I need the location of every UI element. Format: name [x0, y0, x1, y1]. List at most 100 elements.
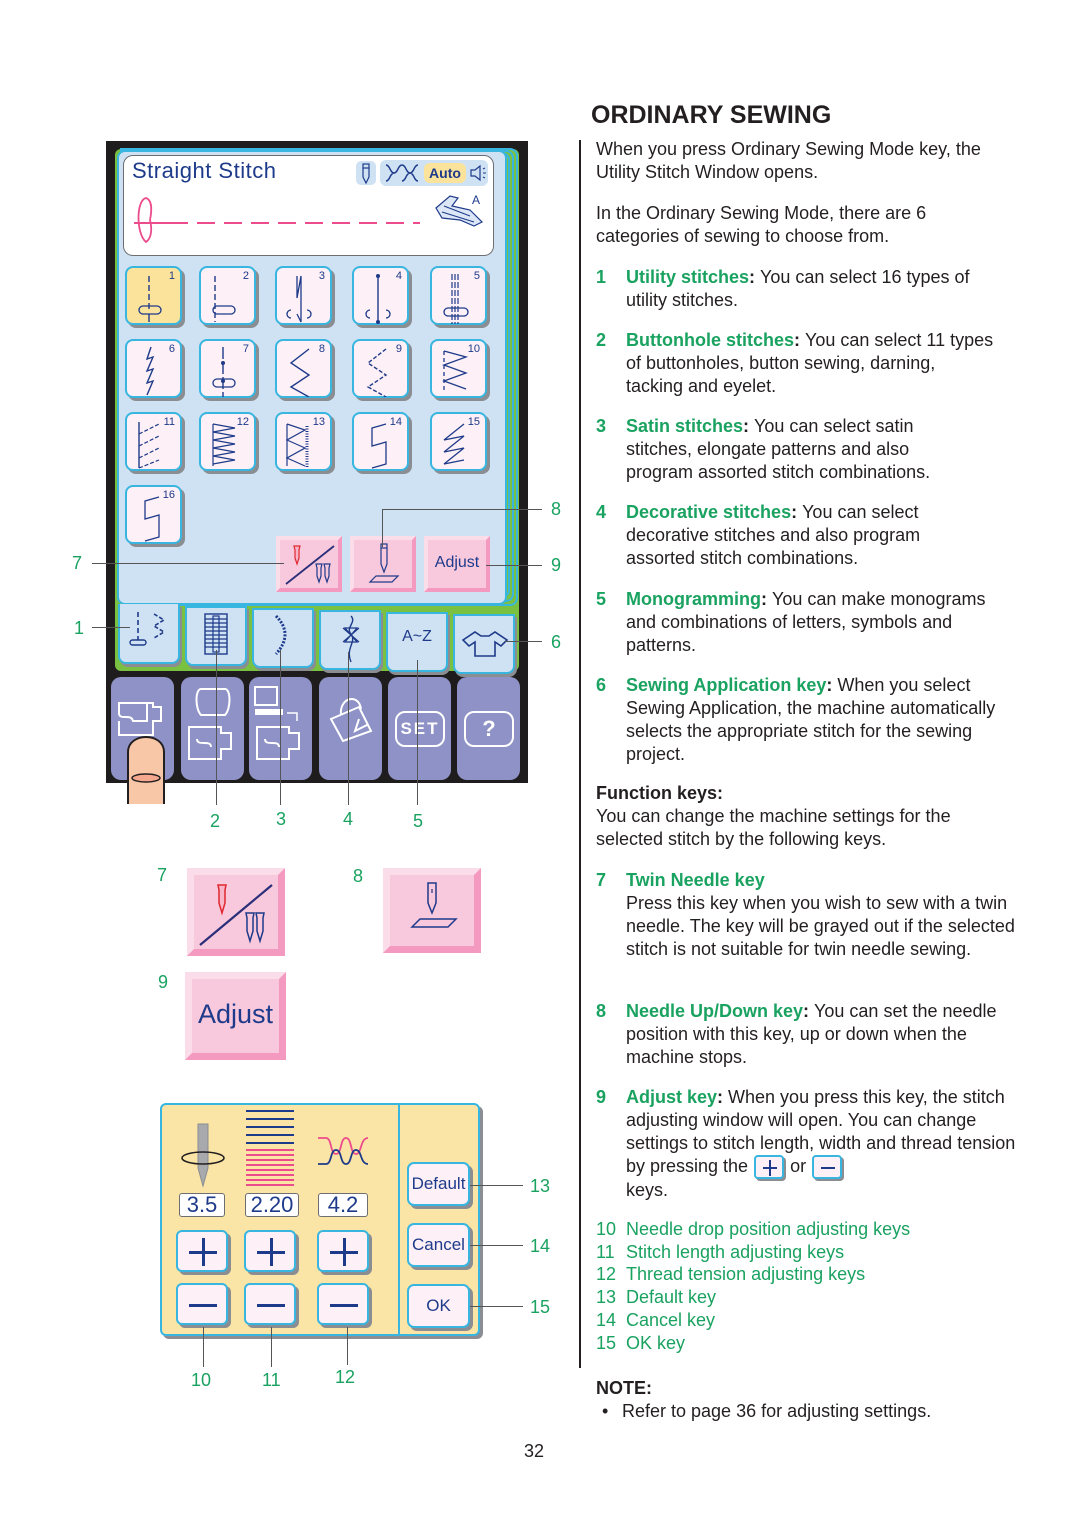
stitch-key-1[interactable]: 1 — [125, 266, 182, 325]
stitch-number: 8 — [318, 343, 325, 355]
stitch-key-4[interactable]: 4 — [352, 266, 409, 325]
needle-drop-icon — [181, 1123, 225, 1188]
auto-badge: Auto — [424, 163, 466, 183]
needle-drop-minus-button[interactable] — [176, 1283, 228, 1325]
leader-line-11 — [271, 1327, 272, 1367]
category-item-num: 3 — [596, 416, 607, 436]
stitch-number: 3 — [318, 270, 325, 282]
stitch-key-16[interactable]: 16 — [125, 485, 182, 544]
adjust-key[interactable]: Adjust — [424, 536, 490, 592]
minus-icon — [189, 1304, 217, 1307]
twin-needle-key[interactable] — [276, 536, 342, 592]
thread-tension-minus-button[interactable] — [317, 1283, 369, 1325]
stitch-number: 15 — [467, 416, 480, 428]
adjust-key-list-item: 15 OK key — [596, 1332, 910, 1355]
tab-sewing-application[interactable] — [453, 614, 515, 674]
list-item-num: 12 — [596, 1264, 617, 1285]
leader-line-7 — [92, 563, 284, 564]
list-item-num: 11 — [596, 1241, 615, 1262]
shirt-icon — [461, 631, 509, 657]
stitch-key-15[interactable]: 15 — [430, 412, 487, 471]
category-item-num: 2 — [596, 330, 607, 350]
leader-line-2 — [216, 650, 217, 805]
note-bullet: • Refer to page 36 for adjusting settings… — [602, 1401, 932, 1421]
ok-button[interactable]: OK — [407, 1284, 470, 1328]
leader-line-14 — [470, 1245, 523, 1246]
help-mode-key[interactable]: ? — [457, 677, 520, 780]
plus-icon-vertical — [270, 1238, 273, 1266]
category-item-num: 5 — [596, 589, 607, 609]
stitch-key-7[interactable]: 7 — [199, 339, 256, 398]
embroidery-mode-key[interactable] — [181, 677, 244, 780]
leader-line-8 — [382, 509, 542, 510]
tension-status-group: Auto — [380, 160, 488, 186]
set-mode-key[interactable]: SET — [388, 677, 451, 780]
default-button[interactable]: Default — [407, 1162, 470, 1206]
leader-line-10 — [203, 1327, 204, 1367]
tab-satin-stitches[interactable] — [252, 608, 314, 668]
plus-icon-vertical — [202, 1238, 205, 1266]
presser-foot-label: A — [472, 193, 481, 207]
thread-tension-plus-button[interactable] — [317, 1230, 369, 1272]
adjust-keys-list: 10 Needle drop position adjusting keys 11 S… — [596, 1218, 910, 1354]
stitch-key-6[interactable]: 6 — [125, 339, 182, 398]
key7-desc: Press this key when you wish to sew with… — [626, 893, 1015, 959]
stitch-key-5[interactable]: 5 — [430, 266, 487, 325]
callout-1: 1 — [74, 618, 85, 638]
stitch-key-13[interactable]: 13 — [275, 412, 332, 471]
callout-4: 4 — [343, 809, 354, 829]
leader-line-12 — [347, 1327, 348, 1365]
decorative-stitch-icon — [342, 615, 360, 663]
satin-stitch-icon — [274, 614, 287, 656]
cancel-button[interactable]: Cancel — [407, 1223, 470, 1267]
thread-tension-value: 4.2 — [318, 1193, 368, 1217]
callout-12: 12 — [335, 1367, 356, 1387]
stitch-number: 1 — [168, 270, 175, 282]
leader-line-3 — [280, 650, 281, 805]
key9-num: 9 — [596, 1087, 607, 1107]
twin-needle-key-detail[interactable] — [187, 868, 285, 956]
stitch-length-plus-button[interactable] — [244, 1230, 296, 1272]
stitch-length-value: 2.20 — [245, 1193, 299, 1217]
stitch-key-11[interactable]: 11 — [125, 412, 182, 471]
stitch-number: 4 — [395, 270, 402, 282]
key9-description: 9 Adjust key: When you press this key, t… — [596, 1087, 1016, 1201]
stitch-key-9[interactable]: 9 — [352, 339, 409, 398]
adjust-key-detail[interactable]: Adjust — [185, 972, 286, 1060]
stitch-key-8[interactable]: 8 — [275, 339, 332, 398]
key8-num: 8 — [596, 1001, 607, 1021]
tab-decorative-stitches[interactable] — [319, 610, 381, 670]
list-item-num: 14 — [596, 1309, 617, 1330]
needle-up-down-key-detail[interactable] — [383, 868, 481, 953]
leader-line-5 — [417, 660, 418, 805]
list-item-num: 15 — [596, 1332, 617, 1353]
stitch-key-14[interactable]: 14 — [352, 412, 409, 471]
category-item-1: 1 Utility stitches: You can select 16 typ… — [596, 267, 970, 310]
stitch-length-minus-button[interactable] — [244, 1283, 296, 1325]
key7-num: 7 — [596, 870, 607, 890]
bag-mode-key[interactable] — [319, 677, 382, 780]
callout-5: 5 — [413, 811, 424, 831]
key7-description: 7 Twin Needle key Press this key when you… — [596, 869, 1016, 961]
intro-paragraph-1: When you press Ordinary Sewing Mode key,… — [596, 139, 981, 182]
stitch-key-10[interactable]: 10 — [430, 339, 487, 398]
stitch-key-12[interactable]: 12 — [199, 412, 256, 471]
adjust-key-label: Adjust — [434, 554, 480, 571]
stitch-key-2[interactable]: 2 — [199, 266, 256, 325]
callout-10: 10 — [191, 1370, 212, 1390]
stitch-number: 5 — [473, 270, 480, 282]
key7-label: Twin Needle key — [626, 870, 765, 890]
utility-stitch-icon — [129, 612, 166, 646]
needle-up-down-key[interactable] — [350, 536, 416, 592]
tab-utility-stitches[interactable] — [118, 604, 180, 664]
adjust-key-list-item: 10 Needle drop position adjusting keys — [596, 1218, 910, 1241]
stitch-key-3[interactable]: 3 — [275, 266, 332, 325]
list-item-label: Stitch length adjusting keys — [626, 1241, 845, 1262]
leader-line-15 — [470, 1306, 523, 1307]
adjust-key-list-item: 13 Default key — [596, 1286, 910, 1309]
stitch-number: 11 — [163, 416, 175, 428]
stitch-number: 9 — [395, 343, 402, 355]
needle-drop-plus-button[interactable] — [176, 1230, 228, 1272]
callout-7: 7 — [72, 553, 83, 573]
stitch-number: 10 — [467, 343, 480, 355]
